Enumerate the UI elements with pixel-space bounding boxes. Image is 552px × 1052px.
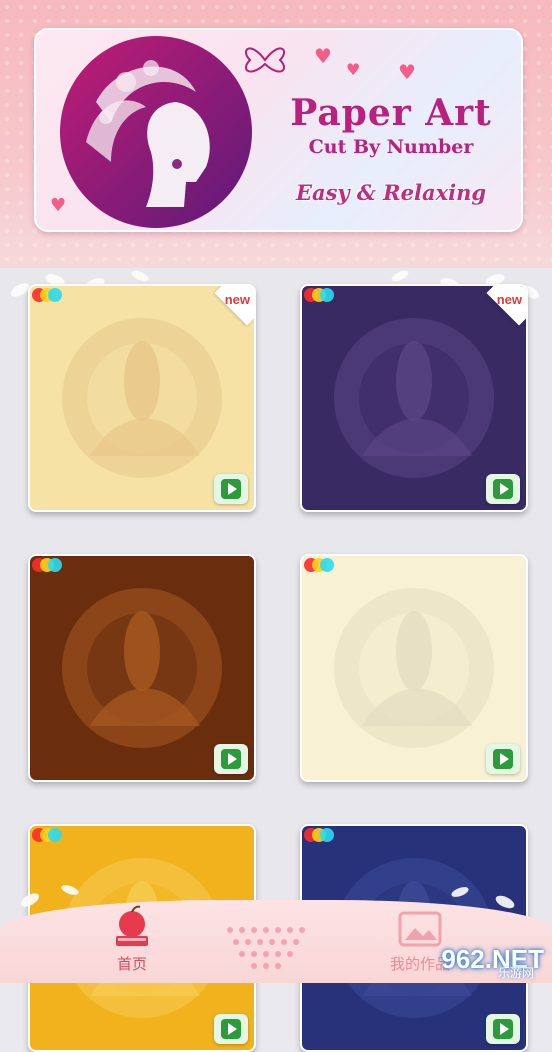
heart-icon: ♥ — [314, 44, 332, 68]
butterfly-icon — [245, 47, 285, 73]
color-dot — [320, 558, 334, 572]
play-icon[interactable] — [214, 1014, 248, 1044]
new-badge: new — [224, 292, 250, 307]
new-badge: new — [496, 292, 522, 307]
play-icon[interactable] — [486, 1014, 520, 1044]
color-dot — [48, 828, 62, 842]
card-cyclist[interactable]: new — [28, 284, 256, 512]
play-icon[interactable] — [486, 474, 520, 504]
banner-subtitle: Cut By Number — [308, 136, 474, 158]
play-icon[interactable] — [214, 474, 248, 504]
bottom-nav: 首页 我的作品 962.NET 乐游网 — [0, 880, 552, 983]
card-meditation[interactable] — [28, 554, 256, 782]
color-dots-icon — [30, 826, 62, 842]
color-dot — [48, 288, 62, 302]
color-dot — [320, 288, 334, 302]
play-icon[interactable] — [486, 744, 520, 774]
color-dots-icon — [302, 286, 334, 302]
nav-home-button[interactable]: 首页 — [72, 904, 192, 980]
heart-icon: ♥ — [50, 195, 67, 216]
color-dots-icon — [302, 826, 334, 842]
watermark-sub: 乐游网 — [497, 966, 534, 980]
header: ♥ ♥ ♥ ♥ Paper Art Cut By Number Easy & R… — [0, 0, 552, 275]
banner-tagline: Easy & Relaxing — [295, 180, 487, 205]
dot-pattern-decoration — [227, 927, 305, 969]
nav-home-label: 首页 — [116, 955, 147, 973]
color-dot — [48, 558, 62, 572]
silhouette-logo-icon — [60, 36, 252, 228]
heart-icon: ♥ — [398, 60, 416, 84]
banner-title: Paper Art — [290, 92, 492, 134]
heart-icon: ♥ — [346, 60, 361, 79]
apple-book-icon — [116, 905, 148, 946]
color-dots-icon — [30, 556, 62, 572]
play-icon[interactable] — [214, 744, 248, 774]
card-butterfly-mandala[interactable]: new — [300, 284, 528, 512]
gallery-icon — [398, 911, 442, 947]
color-dot — [320, 828, 334, 842]
color-dots-icon — [302, 556, 334, 572]
app-banner: ♥ ♥ ♥ ♥ Paper Art Cut By Number Easy & R… — [34, 28, 523, 232]
color-dots-icon — [30, 286, 62, 302]
card-birds-lace[interactable] — [300, 554, 528, 782]
